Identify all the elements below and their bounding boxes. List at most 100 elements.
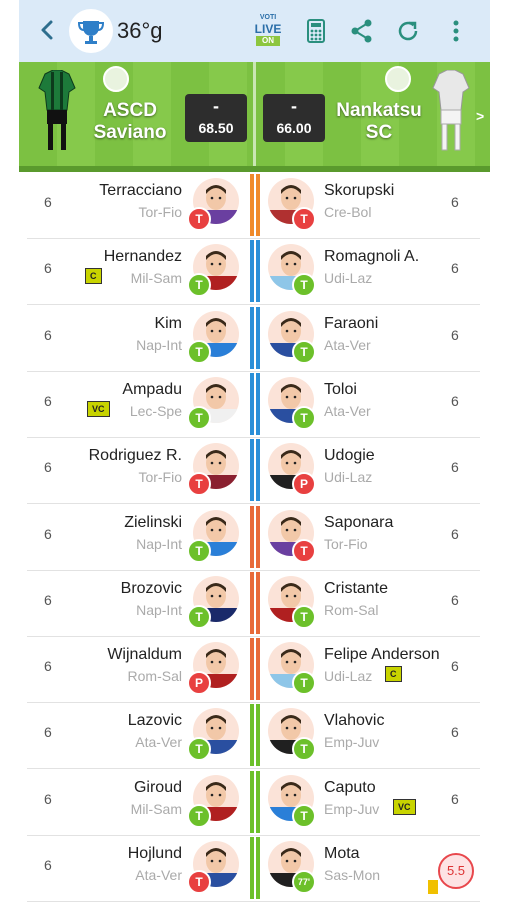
yellow-card-icon — [428, 880, 438, 894]
calculator-button[interactable] — [303, 18, 329, 44]
away-player-vote: 6 — [451, 592, 459, 608]
player-row: 6 Kim Nap-Int T 6 Faraoni Ata-Ver T — [27, 305, 480, 372]
home-player-vote: 6 — [44, 194, 52, 210]
home-team-name[interactable]: ASCD Saviano — [85, 100, 175, 144]
player-row: 6 Giroud Mil-Sam T 6 Caputo Emp-Juv VC T — [27, 769, 480, 836]
home-player-vote: 6 — [44, 857, 52, 873]
home-player-club: Mil-Sam — [130, 801, 182, 817]
home-player-status-badge: P — [187, 671, 211, 695]
more-vertical-icon — [453, 20, 459, 42]
top-bar: 36°g VOTI LIVE ON — [19, 0, 490, 62]
home-role-bar — [250, 506, 254, 568]
home-role-bar — [250, 240, 254, 302]
away-role-bar — [256, 506, 260, 568]
away-player-vote: 6 — [451, 459, 459, 475]
away-player-name[interactable]: Saponara — [324, 514, 393, 532]
home-points: 68.50 — [198, 120, 234, 136]
home-role-bar — [250, 373, 254, 435]
player-row: 6 Lazovic Ata-Ver T 6 Vlahovic Emp-Juv T — [27, 702, 480, 769]
player-row: 6 Wijnaldum Rom-Sal P 6 Felipe Anderson Udi-La… — [27, 636, 480, 703]
home-player-vote: 6 — [44, 526, 52, 542]
next-match-arrow[interactable]: > — [476, 108, 484, 124]
away-player-club: Udi-Laz — [324, 270, 373, 286]
away-team-name[interactable]: Nankatsu SC — [329, 100, 429, 144]
away-player-name[interactable]: Cristante — [324, 580, 388, 598]
home-captain-tag: VC — [87, 401, 110, 417]
home-player-name[interactable]: Wijnaldum — [107, 646, 182, 664]
away-team-badge — [385, 66, 411, 92]
away-role-bar — [256, 638, 260, 700]
home-player-name[interactable]: Giroud — [134, 779, 182, 797]
away-player-vote: 6 — [451, 658, 459, 674]
trophy-badge[interactable] — [69, 9, 113, 53]
away-role-bar — [256, 439, 260, 501]
home-player-name[interactable]: Lazovic — [128, 712, 182, 730]
home-player-name[interactable]: Zielinski — [124, 514, 182, 532]
home-player-club: Ata-Ver — [135, 734, 182, 750]
away-player-vote: 6 — [451, 526, 459, 542]
home-player-status-badge: T — [187, 605, 211, 629]
home-player-status-badge: T — [187, 207, 211, 231]
away-role-bar — [256, 174, 260, 236]
away-player-name[interactable]: Faraoni — [324, 315, 378, 333]
home-scorebox: - 68.50 — [185, 94, 247, 142]
trophy-icon — [77, 21, 105, 44]
away-player-name[interactable]: Skorupski — [324, 182, 394, 200]
more-menu-button[interactable] — [443, 18, 469, 44]
away-role-bar — [256, 837, 260, 899]
away-role-bar — [256, 307, 260, 369]
away-player-status-badge: T — [292, 340, 316, 364]
away-player-club: Ata-Ver — [324, 337, 371, 353]
away-player-name[interactable]: Toloi — [324, 381, 357, 399]
share-button[interactable] — [349, 18, 375, 44]
away-player-status-badge: T — [292, 539, 316, 563]
home-player-status-badge: T — [187, 539, 211, 563]
refresh-button[interactable] — [395, 18, 421, 44]
away-player-name[interactable]: Vlahovic — [324, 712, 384, 730]
on-label: ON — [256, 36, 280, 46]
home-player-vote: 6 — [44, 791, 52, 807]
away-player-status-badge: T — [292, 273, 316, 297]
home-player-name[interactable]: Hojlund — [128, 845, 182, 863]
field-midline — [253, 62, 256, 172]
home-player-club: Rom-Sal — [127, 668, 182, 684]
home-player-club: Nap-Int — [136, 602, 182, 618]
home-role-bar — [250, 439, 254, 501]
home-goals: - — [213, 96, 219, 116]
away-player-club: Emp-Juv — [324, 801, 380, 817]
away-player-club: Emp-Juv — [324, 734, 380, 750]
home-player-name[interactable]: Hernandez — [104, 248, 182, 266]
away-player-club: Cre-Bol — [324, 204, 372, 220]
home-role-bar — [250, 572, 254, 634]
home-player-vote: 6 — [44, 327, 52, 343]
home-role-bar — [250, 771, 254, 833]
away-player-name[interactable]: Caputo — [324, 779, 376, 797]
away-player-club: Ata-Ver — [324, 403, 371, 419]
home-player-status-badge: T — [187, 340, 211, 364]
away-role-bar — [256, 572, 260, 634]
away-scorebox: - 66.00 — [263, 94, 325, 142]
away-player-name[interactable]: Mota — [324, 845, 360, 863]
match-scoreboard: ASCD Saviano - 68.50 - 66.00 Nankatsu SC… — [19, 62, 490, 172]
home-player-name[interactable]: Rodriguez R. — [89, 447, 182, 465]
player-rating-badge: 5.5 — [438, 853, 474, 889]
home-player-name[interactable]: Ampadu — [122, 381, 182, 399]
away-player-club: Rom-Sal — [324, 602, 379, 618]
away-player-name[interactable]: Romagnoli A. — [324, 248, 419, 266]
back-button[interactable] — [37, 16, 57, 44]
player-row: 6 Hojlund Ata-Ver T Mota Sas-Mon 77' — [27, 835, 480, 902]
home-player-name[interactable]: Kim — [154, 315, 182, 333]
home-player-name[interactable]: Terracciano — [99, 182, 182, 200]
away-player-vote: 6 — [451, 260, 459, 276]
away-captain-tag: VC — [393, 799, 416, 815]
voti-live-toggle[interactable]: VOTI LIVE ON — [251, 14, 285, 48]
live-label: LIVE — [254, 22, 282, 36]
away-player-club: Udi-Laz — [324, 668, 373, 684]
away-player-vote: 6 — [451, 327, 459, 343]
away-player-name[interactable]: Udogie — [324, 447, 375, 465]
away-role-bar — [256, 704, 260, 766]
calculator-icon — [307, 19, 325, 43]
away-player-status-badge: P — [292, 472, 316, 496]
home-player-name[interactable]: Brozovic — [121, 580, 182, 598]
away-player-name[interactable]: Felipe Anderson — [324, 646, 440, 664]
